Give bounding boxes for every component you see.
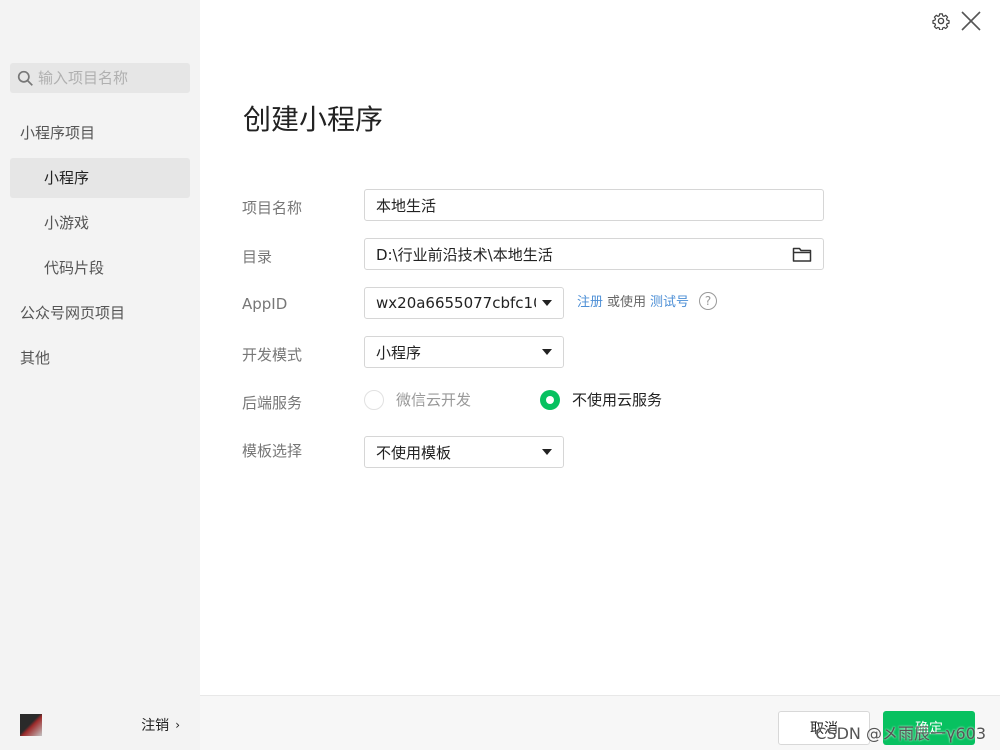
radio-cloud-dev[interactable]: 微信云开发	[364, 389, 471, 410]
radio-no-cloud[interactable]: 不使用云服务	[540, 389, 662, 410]
appid-label: AppID	[242, 295, 288, 313]
sidebar-item-minigame[interactable]: 小游戏	[10, 203, 190, 243]
search-input[interactable]	[38, 69, 183, 87]
sidebar-item-code-snippet[interactable]: 代码片段	[10, 248, 190, 288]
sidebar-item-miniprogram-project[interactable]: 小程序项目	[10, 113, 190, 153]
logout-button[interactable]: 注销 ›	[141, 715, 180, 735]
dev-mode-label: 开发模式	[242, 346, 303, 364]
appid-links: 注册 或使用 测试号 ?	[577, 291, 718, 310]
directory-value: D:\行业前沿技术\本地生活	[376, 245, 553, 264]
sidebar-item-other[interactable]: 其他	[10, 338, 190, 378]
radio-selected-icon	[540, 389, 560, 410]
window-controls	[932, 10, 982, 32]
search-icon	[17, 70, 33, 86]
sidebar-item-official-account-web[interactable]: 公众号网页项目	[10, 293, 190, 333]
appid-select[interactable]: wx20a6655077cbfc10	[364, 287, 564, 319]
sidebar-item-miniprogram[interactable]: 小程序	[10, 158, 190, 198]
test-account-link[interactable]: 测试号	[650, 291, 689, 310]
logout-label: 注销	[141, 718, 170, 734]
project-name-label: 项目名称	[242, 199, 303, 217]
project-name-input[interactable]: 本地生活	[364, 189, 824, 221]
dev-mode-value: 小程序	[376, 343, 422, 362]
radio-no-cloud-label: 不使用云服务	[572, 391, 663, 409]
user-bar: 注销 ›	[0, 700, 200, 750]
radio-cloud-dev-label: 微信云开发	[396, 391, 472, 409]
watermark: CSDN @メ雨辰一γ603	[815, 724, 986, 743]
dev-mode-select[interactable]: 小程序	[364, 336, 564, 368]
register-link[interactable]: 注册	[577, 291, 603, 310]
directory-label: 目录	[242, 248, 273, 266]
appid-value: wx20a6655077cbfc10	[376, 294, 536, 312]
search-box[interactable]	[10, 63, 190, 93]
or-use-text: 或使用	[607, 295, 647, 310]
project-name-value: 本地生活	[376, 196, 437, 215]
chevron-right-icon: ›	[175, 718, 180, 732]
folder-icon[interactable]	[792, 246, 812, 263]
close-icon[interactable]	[960, 10, 982, 32]
template-label: 模板选择	[242, 442, 303, 460]
avatar[interactable]	[20, 714, 42, 736]
chevron-down-icon	[542, 300, 552, 306]
radio-unselected-icon	[364, 389, 384, 410]
sidebar: 小程序项目 小程序 小游戏 代码片段 公众号网页项目 其他 注销 ›	[0, 0, 200, 750]
help-icon[interactable]: ?	[699, 291, 718, 310]
backend-label: 后端服务	[242, 394, 303, 412]
directory-input[interactable]: D:\行业前沿技术\本地生活	[364, 238, 824, 270]
chevron-down-icon	[542, 349, 552, 355]
page-title: 创建小程序	[243, 103, 384, 136]
chevron-down-icon	[542, 449, 552, 455]
template-value: 不使用模板	[376, 443, 452, 462]
template-select[interactable]: 不使用模板	[364, 436, 564, 468]
gear-icon[interactable]	[932, 12, 950, 30]
